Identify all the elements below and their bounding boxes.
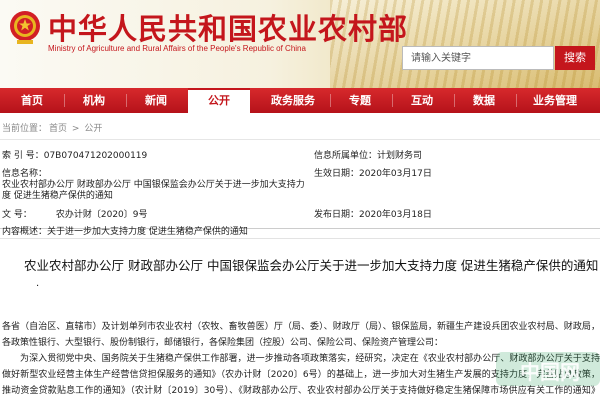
nav-item-home[interactable]: 首页: [6, 88, 58, 113]
summary-value: 关于进一步加大支持力度 促进生猪稳产保供的通知: [47, 227, 248, 237]
owner-unit-value: 计划财务司: [377, 151, 423, 161]
breadcrumb-home[interactable]: 首页: [49, 124, 67, 134]
site-title-english: Ministry of Agriculture and Rural Affair…: [48, 44, 306, 53]
nav-item-news[interactable]: 新闻: [130, 88, 182, 113]
title-bullet: ·: [36, 281, 40, 292]
divider: [0, 238, 600, 239]
breadcrumb: 当前位置： 首页 > 公开: [2, 121, 104, 134]
nav-item-business[interactable]: 业务管理: [520, 88, 590, 113]
info-name-label: 信息名称：: [2, 169, 48, 179]
summary-row: 内容概述：关于进一步加大支持力度 促进生猪稳产保供的通知: [2, 227, 248, 238]
national-emblem-icon: [10, 11, 40, 44]
article-paragraph: 各省（自治区、直辖市）及计划单列市农业农村（农牧、畜牧兽医）厅（局、委）、财政厅…: [2, 322, 600, 348]
info-name-value: 农业农村部办公厅 财政部办公厅 中国银保监会办公厅关于进一步加大支持力度 促进生…: [2, 180, 305, 201]
breadcrumb-separator: >: [71, 124, 80, 134]
document-number-value: 农办计财〔2020〕9号: [55, 210, 148, 220]
effective-date-label: 生效日期：: [314, 169, 360, 179]
breadcrumb-current[interactable]: 公开: [84, 124, 102, 134]
nav-item-interaction[interactable]: 互动: [396, 88, 448, 113]
watermark-logo: 中国网: [520, 360, 580, 384]
effective-date-value: 2020年03月17日: [359, 169, 432, 179]
main-nav: 首页 机构 新闻 公开 政务服务 专题 互动 数据 业务管理: [0, 88, 600, 113]
publish-date-value: 2020年03月18日: [359, 210, 432, 220]
article-title: 农业农村部办公厅 财政部办公厅 中国银保监会办公厅关于进一步加大支持力度 促进生…: [24, 258, 599, 273]
search-button[interactable]: 搜索: [555, 46, 595, 70]
owner-unit-row: 信息所属单位：计划财务司: [314, 151, 422, 162]
document-number-label: 文 号：: [2, 210, 32, 220]
nav-item-organization[interactable]: 机构: [68, 88, 120, 113]
effective-date-row: 生效日期：2020年03月17日: [314, 169, 432, 180]
publish-date-label: 发布日期：: [314, 210, 360, 220]
index-number-row: 索 引 号：07B070471202000119: [2, 151, 147, 162]
nav-item-services[interactable]: 政务服务: [258, 88, 328, 113]
publish-date-row: 发布日期：2020年03月18日: [314, 210, 432, 221]
owner-unit-label: 信息所属单位：: [314, 151, 378, 161]
search-input[interactable]: [402, 46, 554, 70]
site-header: 中华人民共和国农业农村部 Ministry of Agriculture and…: [0, 0, 600, 88]
nav-item-topics[interactable]: 专题: [334, 88, 386, 113]
breadcrumb-prefix: 当前位置：: [2, 124, 48, 134]
summary-label: 内容概述：: [2, 227, 48, 237]
nav-item-data[interactable]: 数据: [458, 88, 510, 113]
site-title[interactable]: 中华人民共和国农业农村部: [48, 6, 408, 48]
index-number-value: 07B070471202000119: [43, 151, 148, 161]
document-number-row: 文 号： 农办计财〔2020〕9号: [2, 210, 148, 221]
nav-item-open[interactable]: 公开: [188, 88, 250, 113]
index-number-label: 索 引 号：: [2, 151, 44, 161]
divider: [0, 139, 600, 140]
